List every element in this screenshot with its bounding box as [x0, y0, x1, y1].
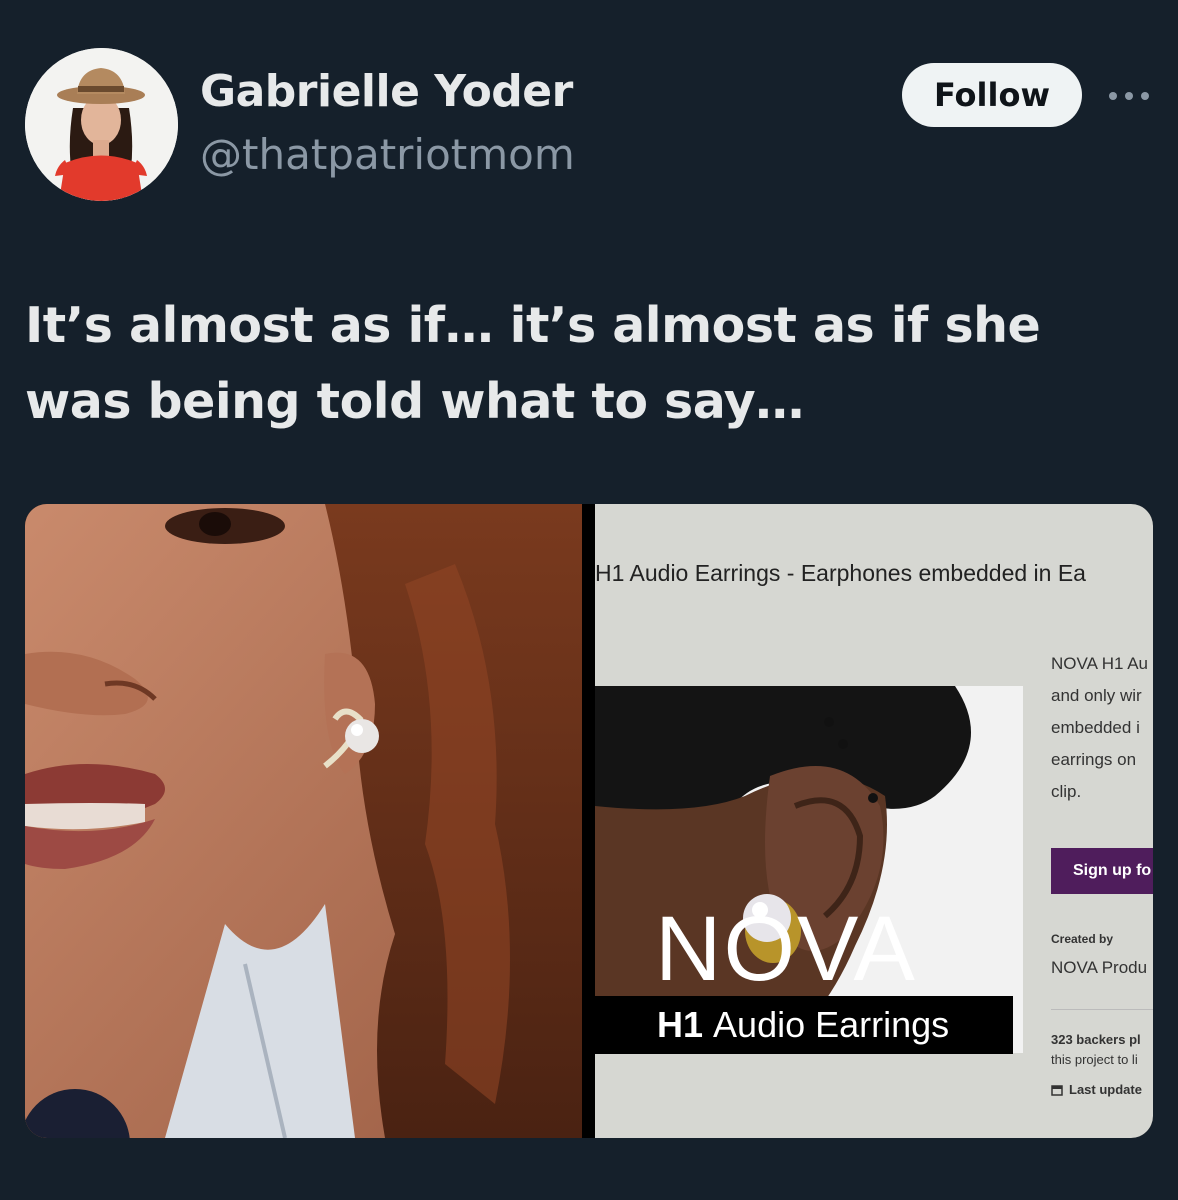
tweet-text-line: It’s almost as if… it’s almost as if she — [25, 297, 1041, 354]
description-line: and only wir — [1051, 686, 1142, 705]
follow-button[interactable]: Follow — [902, 63, 1082, 127]
backers-info: 323 backers pl this project to li — [1051, 1030, 1141, 1070]
product-description: NOVA H1 Au and only wir embedded i earri… — [1051, 648, 1153, 808]
signup-button: Sign up fo — [1051, 848, 1153, 894]
avatar[interactable] — [25, 48, 178, 201]
tweet-text-line: was being told what to say… — [25, 373, 804, 430]
tweet-media[interactable]: H1 Audio Earrings - Earphones embedded i… — [25, 504, 1153, 1138]
description-line: earrings on — [1051, 750, 1137, 769]
backers-line: this project to li — [1051, 1052, 1138, 1067]
description-line: embedded i — [1051, 718, 1140, 737]
divider — [1051, 1009, 1153, 1010]
last-update: Last update — [1051, 1082, 1142, 1097]
product-page-heading: H1 Audio Earrings - Earphones embedded i… — [595, 560, 1086, 586]
description-line: clip. — [1051, 782, 1082, 801]
author-name[interactable]: Gabrielle Yoder — [200, 66, 573, 117]
more-options-button[interactable] — [1103, 76, 1155, 116]
media-photo-right[interactable]: H1 Audio Earrings - Earphones embedded i… — [595, 504, 1153, 1138]
tweet-text: It’s almost as if… it’s almost as if she… — [25, 288, 1145, 440]
product-banner-bold: H1 — [657, 1004, 704, 1045]
product-banner-text: Audio Earrings — [713, 1004, 950, 1045]
backers-line: 323 backers pl — [1051, 1032, 1141, 1047]
media-photo-left[interactable] — [25, 504, 582, 1138]
more-horizontal-icon — [1109, 92, 1149, 100]
calendar-icon — [1051, 1084, 1063, 1096]
creator-name: NOVA Produ — [1051, 958, 1148, 977]
author-handle[interactable]: @thatpatriotmom — [200, 130, 575, 179]
created-by-label: Created by — [1051, 932, 1114, 946]
product-banner: H1 Audio Earrings — [595, 996, 1013, 1054]
nova-logo: NOVA — [655, 898, 917, 1000]
description-line: NOVA H1 Au — [1051, 654, 1149, 673]
last-update-label: Last update — [1069, 1082, 1142, 1097]
